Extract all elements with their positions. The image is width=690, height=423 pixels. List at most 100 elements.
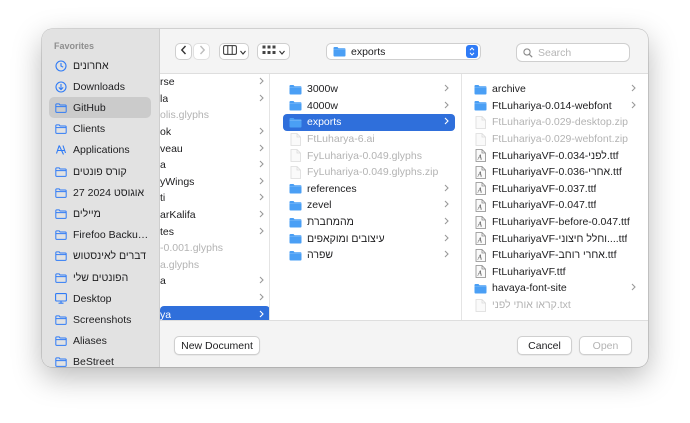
sidebar-item[interactable]: הפונטים שלי (49, 267, 151, 288)
file-row[interactable] (160, 290, 269, 307)
svg-text:A: A (477, 203, 483, 211)
file-name: yWings (160, 175, 195, 188)
folder-icon (289, 233, 302, 245)
sidebar-item[interactable]: GitHub (49, 97, 151, 119)
file-row[interactable]: FtLuhariya-0.029-webfont.zip (468, 131, 642, 148)
file-row[interactable]: references (283, 181, 455, 198)
sidebar-item[interactable]: 27 אוגוסט 2024 (49, 182, 151, 203)
file-row[interactable]: FyLuhariya-0.049.glyphs (283, 147, 455, 164)
cancel-button[interactable]: Cancel (517, 336, 572, 355)
sidebar-item-label: אחרונים (73, 59, 109, 72)
file-name: FyLuhariya-0.049.glyphs.zip (307, 166, 439, 179)
file-row[interactable]: arKalifa (160, 207, 269, 224)
file-row[interactable]: a (160, 273, 269, 290)
file-row[interactable]: 4000w (283, 98, 455, 115)
sidebar-item[interactable]: Clients (49, 119, 151, 140)
font-icon: A (474, 149, 487, 163)
applications-icon (55, 144, 67, 156)
file-row[interactable]: a (160, 157, 269, 174)
file-name: veau (160, 142, 183, 155)
file-name: arKalifa (160, 209, 196, 222)
file-row[interactable]: FtLuhariya-0.029-desktop.zip (468, 114, 642, 131)
file-row[interactable]: FyLuhariya-0.049.glyphs.zip (283, 164, 455, 181)
sidebar-item[interactable]: קורס פונטים (49, 161, 151, 182)
file-row[interactable]: exports (283, 114, 455, 131)
file-row[interactable]: עיצובים ומוקאפים (283, 230, 455, 247)
sidebar-item[interactable]: Downloads (49, 76, 151, 97)
file-row[interactable]: A FtLuhariyaVF.ttf (468, 264, 642, 281)
sidebar-item[interactable]: BeStreet (49, 352, 151, 367)
folder-icon (474, 83, 487, 95)
updown-chevron-icon (466, 45, 478, 58)
folder-icon (55, 102, 67, 114)
file-row[interactable]: ya (160, 306, 269, 320)
file-row[interactable]: -0.001.glyphs (160, 240, 269, 257)
file-row[interactable]: קראו אותי לפני.txt (468, 297, 642, 314)
open-file-dialog: Favorites אחרונים Downloads GitHub Clients A… (42, 29, 648, 367)
file-row[interactable]: ok (160, 124, 269, 141)
chevron-right-icon (259, 177, 264, 187)
search-field[interactable]: Search (516, 43, 630, 62)
file-row[interactable]: מהמחברת (283, 214, 455, 231)
folder-icon (55, 208, 67, 220)
file-name: FyLuhariya-0.049.glyphs (307, 149, 422, 162)
file-name: FtLuhariyaVF-אחרי רוחב.ttf (492, 249, 617, 262)
file-row[interactable]: A FtLuhariyaVF-0.037.ttf (468, 181, 642, 198)
file-row[interactable]: 3000w (283, 81, 455, 98)
file-row[interactable]: A FtLuhariyaVF-אחרי רוחב.ttf (468, 247, 642, 264)
file-row[interactable]: zevel (283, 197, 455, 214)
file-row[interactable]: שפרה (283, 247, 455, 264)
file-row[interactable]: A FtLuhariyaVF-before-0.047.ttf (468, 214, 642, 231)
file-row[interactable]: A FtLuhariyaVF-וחלל חיצוני....ttf (468, 230, 642, 247)
sidebar-item[interactable]: Screenshots (49, 309, 151, 330)
file-row[interactable]: ti (160, 190, 269, 207)
file-row[interactable]: A FtLuhariyaVF-0.047.ttf (468, 197, 642, 214)
sidebar-item[interactable]: Firefoo Backu… (49, 225, 151, 246)
folder-icon (289, 249, 302, 261)
file-row[interactable]: olis.glyphs (160, 107, 269, 124)
folder-icon (289, 216, 302, 228)
file-row[interactable]: A FtLuhariyaVF-0.034-לפני.ttf (468, 147, 642, 164)
path-popup[interactable]: exports (326, 43, 481, 60)
file-name: FtLuhariyaVF-0.034-לפני.ttf (492, 149, 619, 162)
file-row[interactable]: havaya-font-site (468, 280, 642, 297)
file-row[interactable]: yWings (160, 174, 269, 191)
file-name: ti (160, 192, 166, 205)
chevron-right-icon (444, 200, 449, 210)
svg-text:A: A (477, 170, 483, 178)
file-name: מהמחברת (307, 216, 354, 229)
sidebar-item[interactable]: Aliases (49, 331, 151, 352)
file-row[interactable]: rse (160, 74, 269, 91)
file-row[interactable]: a.glyphs (160, 257, 269, 274)
sidebar-item[interactable]: Desktop (49, 288, 151, 309)
sidebar-item-label: Applications (73, 144, 130, 157)
file-row[interactable]: FtLuhariya-0.014-webfont (468, 98, 642, 115)
file-name: a.glyphs (160, 258, 200, 271)
sidebar: Favorites אחרונים Downloads GitHub Clients A… (42, 29, 160, 367)
folder-icon (289, 100, 302, 112)
file-row[interactable]: FtLuharya-6.ai (283, 131, 455, 148)
file-row[interactable]: tes (160, 223, 269, 240)
chevron-down-icon (279, 46, 285, 58)
back-button[interactable] (175, 43, 192, 60)
sidebar-item[interactable]: Applications (49, 140, 151, 161)
sidebar-item[interactable]: מיילים (49, 203, 151, 224)
file-name: la (160, 92, 169, 105)
search-placeholder: Search (538, 46, 572, 59)
sidebar-item-label: 27 אוגוסט 2024 (73, 186, 145, 199)
sidebar-item[interactable]: אחרונים (49, 55, 151, 76)
file-row[interactable]: la (160, 91, 269, 108)
new-document-button[interactable]: New Document (174, 336, 260, 355)
folder-icon (55, 166, 67, 178)
group-button[interactable] (257, 43, 290, 60)
view-mode-button[interactable] (219, 43, 249, 60)
svg-text:A: A (477, 253, 483, 261)
file-row[interactable]: A FtLuhariyaVF-0.036-אחרי.ttf (468, 164, 642, 181)
chevron-right-icon (444, 84, 449, 94)
file-row[interactable]: archive (468, 81, 642, 98)
file-row[interactable]: veau (160, 140, 269, 157)
file-name: -0.001.glyphs (160, 242, 224, 255)
sidebar-item[interactable]: דברים לאינסטוש (49, 246, 151, 267)
forward-button[interactable] (193, 43, 210, 60)
open-button[interactable]: Open (579, 336, 632, 355)
